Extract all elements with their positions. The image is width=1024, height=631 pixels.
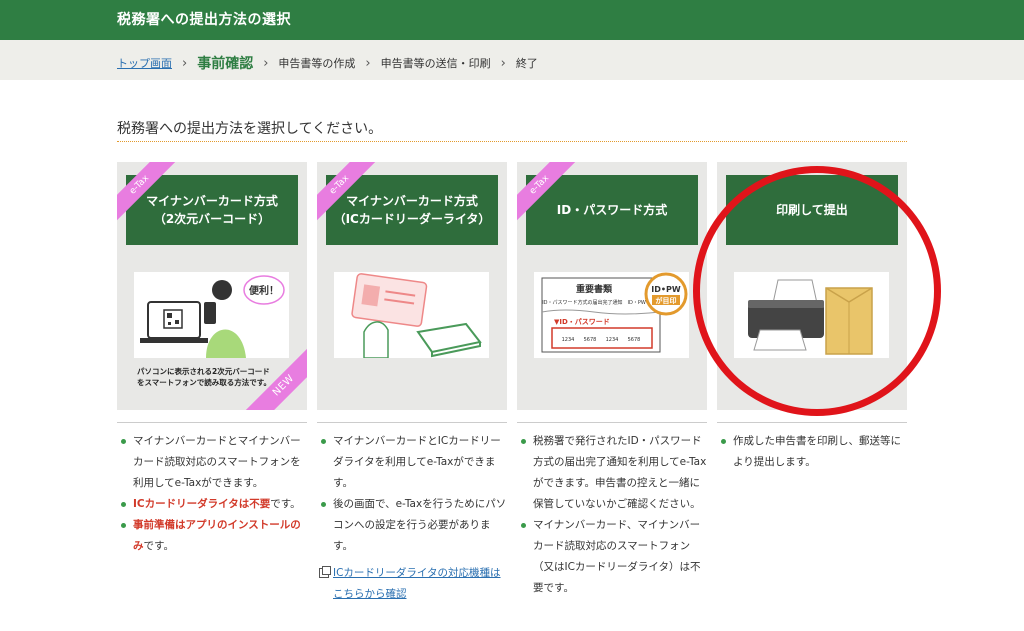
list-item: マイナンバーカード、マイナンバーカード読取対応のスマートフォン（又はICカードリ… [517, 515, 707, 599]
card-title: 印刷して提出 [726, 175, 898, 245]
divider [117, 141, 907, 142]
id-digits: 5678 [584, 337, 597, 343]
printer-envelope-illustration [734, 272, 889, 358]
ic-reader-models-link[interactable]: ICカードリーダライタの対応機種はこちらから確認 [317, 563, 507, 605]
breadcrumb-step-send: 申告書等の送信・印刷 [380, 57, 491, 70]
id-digits: 1234 [562, 337, 575, 343]
card-id-password[interactable]: ID・パスワード方式 e-Tax 重要書類 ID・パスワード方式の届出完了通知 … [517, 162, 707, 410]
list-item: 作成した申告書を印刷し、郵送等により提出します。 [717, 431, 907, 473]
card-title: マイナンバーカード方式 （ICカードリーダーライタ） [326, 175, 498, 245]
list-item: 後の画面で、e-Taxを行うためにパソコンへの設定を行う必要があります。 [317, 494, 507, 557]
breadcrumb: トップ画面 › 事前確認 › 申告書等の作成 › 申告書等の送信・印刷 › 終了 [117, 53, 538, 73]
page-title: 税務署への提出方法の選択 [117, 12, 291, 28]
description-col-3: 税務署で発行されたID・パスワード方式の届出完了通知を利用してe-Taxができま… [517, 422, 707, 599]
chevron-right-icon: › [263, 55, 269, 71]
id-password-notice-illustration: 重要書類 ID・パスワード方式の届出完了通知 ID・PW ▼ID・パスワード 1… [534, 272, 689, 358]
breadcrumb-current: 事前確認 [197, 56, 254, 72]
description-col-1: マイナンバーカードとマイナンバーカード読取対応のスマートフォンを利用してe-Ta… [117, 422, 307, 557]
list-item: マイナンバーカードとマイナンバーカード読取対応のスマートフォンを利用してe-Ta… [117, 431, 307, 494]
stamp-line1: ID•PW [651, 285, 681, 294]
card-mynumber-qr[interactable]: マイナンバーカード方式 （2次元バーコード） e-Tax 便利！ パソコンに表示… [117, 162, 307, 410]
list-item: ICカードリーダライタは不要です。 [117, 494, 307, 515]
breadcrumb-home-link[interactable]: トップ画面 [117, 55, 172, 71]
breadcrumb-step-create: 申告書等の作成 [278, 57, 356, 70]
list-item: 税務署で発行されたID・パスワード方式の届出完了通知を利用してe-Taxができま… [517, 431, 707, 515]
stamp-line2: が目印 [656, 296, 677, 305]
id-digits: 5678 [628, 337, 641, 343]
breadcrumb-step-end: 終了 [515, 57, 538, 70]
card-caption: パソコンに表示される2次元バーコード をスマートフォンで読み取る方法です。 [137, 367, 272, 387]
card-title: マイナンバーカード方式 （2次元バーコード） [126, 175, 298, 245]
card-title: ID・パスワード方式 [526, 175, 698, 245]
card-print-submit[interactable]: 印刷して提出 [717, 162, 907, 410]
list-item: 事前準備はアプリのインストールのみです。 [117, 515, 307, 557]
id-label: ▼ID・パスワード [554, 317, 610, 326]
description-col-2: マイナンバーカードとICカードリーダライタを利用してe-Taxができます。 後の… [317, 422, 507, 605]
chevron-right-icon: › [500, 55, 506, 71]
card-reader-illustration [334, 272, 489, 359]
bubble-text: 便利！ [249, 284, 279, 297]
chevron-right-icon: › [182, 55, 188, 71]
list-item: マイナンバーカードとICカードリーダライタを利用してe-Taxができます。 [317, 431, 507, 494]
alert-text: ICカードリーダライタは不要 [133, 498, 271, 510]
doc-title: 重要書類 [576, 283, 613, 295]
description-col-4: 作成した申告書を印刷し、郵送等により提出します。 [717, 422, 907, 473]
chevron-right-icon: › [365, 55, 371, 71]
doc-subtitle: ID・パスワード方式の届出完了通知 ID・PW [542, 299, 646, 306]
smartphone-qr-illustration: 便利！ [134, 272, 289, 358]
card-mynumber-icreader[interactable]: マイナンバーカード方式 （ICカードリーダーライタ） e-Tax [317, 162, 507, 410]
external-link-icon [319, 566, 331, 578]
header-bar: 税務署への提出方法の選択 [0, 0, 1024, 40]
breadcrumb-bar: トップ画面 › 事前確認 › 申告書等の作成 › 申告書等の送信・印刷 › 終了 [0, 40, 1024, 80]
id-digits: 1234 [606, 337, 619, 343]
intro-text: 税務署への提出方法を選択してください。 [117, 121, 383, 137]
